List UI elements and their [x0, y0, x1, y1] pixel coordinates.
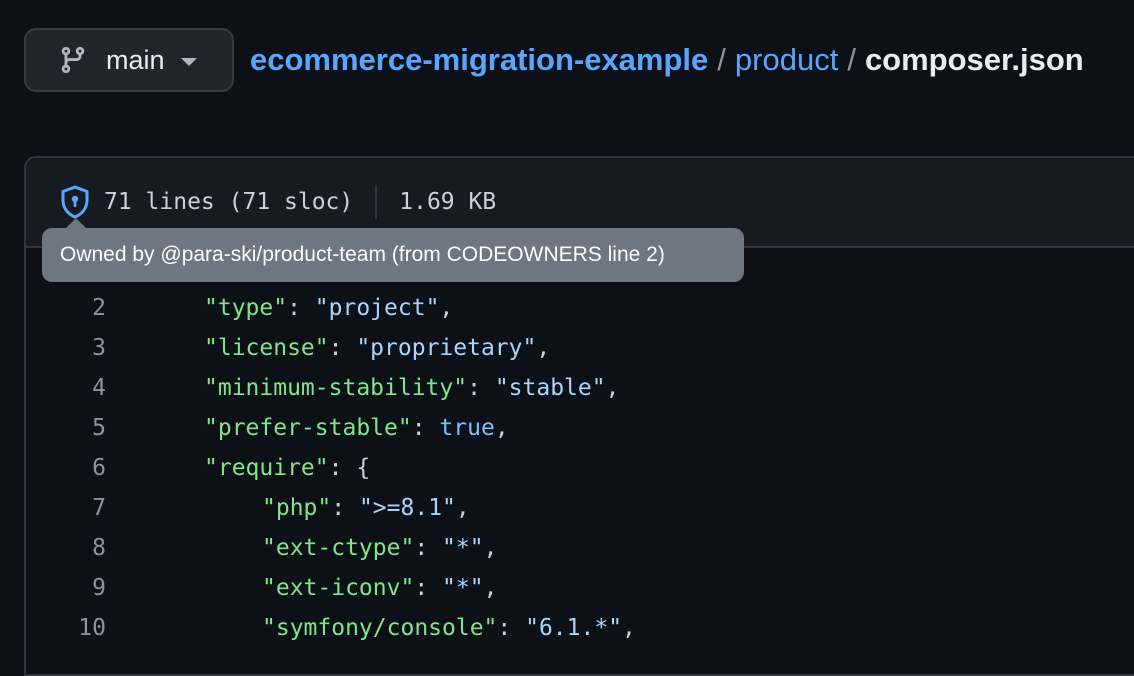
line-content: "require": { — [106, 455, 370, 481]
code-line: 6 "require": { — [24, 448, 1134, 488]
breadcrumb-folder-link[interactable]: product — [735, 42, 838, 78]
code-line: 7 "php": ">=8.1", — [24, 488, 1134, 528]
line-number[interactable]: 2 — [24, 295, 106, 321]
caret-down-icon — [180, 58, 197, 66]
code-line: 8 "ext-ctype": "*", — [24, 528, 1134, 568]
json-colon: : — [467, 375, 495, 401]
json-value: "*" — [442, 535, 484, 561]
code-line: 10 "symfony/console": "6.1.*", — [24, 608, 1134, 648]
code-line: 4 "minimum-stability": "stable", — [24, 368, 1134, 408]
json-colon: : — [331, 495, 359, 521]
json-key: "type" — [204, 295, 288, 321]
code-line: 9 "ext-iconv": "*", — [24, 568, 1134, 608]
json-key: "ext-ctype" — [262, 535, 415, 561]
json-punct: , — [605, 375, 620, 401]
line-content: "type": "project", — [106, 295, 453, 321]
line-number[interactable]: 3 — [24, 335, 106, 361]
code-line: 5 "prefer-stable": true, — [24, 408, 1134, 448]
line-content: "license": "proprietary", — [106, 335, 550, 361]
line-content: "php": ">=8.1", — [106, 495, 470, 521]
json-value: "*" — [442, 575, 484, 601]
line-number[interactable]: 7 — [24, 495, 106, 521]
top-bar: main ecommerce-migration-example / produ… — [24, 28, 1084, 92]
json-punct: , — [483, 575, 498, 601]
json-colon: : — [287, 295, 315, 321]
json-colon: : — [328, 455, 357, 481]
line-content: "prefer-stable": true, — [106, 415, 509, 441]
json-colon: : — [414, 575, 443, 601]
breadcrumb-separator: / — [717, 42, 726, 77]
branch-name: main — [106, 44, 165, 75]
json-key: "require" — [204, 455, 329, 481]
git-branch-icon — [58, 45, 88, 75]
line-count: 71 lines (71 sloc) — [104, 189, 354, 215]
json-key: "ext-iconv" — [262, 575, 415, 601]
json-punct: , — [483, 535, 498, 561]
codeowners-tooltip: Owned by @para-ski/product-team (from CO… — [42, 218, 744, 282]
file-size: 1.69 KB — [399, 189, 497, 215]
breadcrumb-current-file: composer.json — [864, 42, 1084, 77]
code-view: 2 "type": "project", 3 "license": "propr… — [24, 288, 1134, 648]
branch-select-button[interactable]: main — [24, 28, 234, 92]
json-punct: , — [622, 615, 636, 641]
code-line: 2 "type": "project", — [24, 288, 1134, 328]
json-value: ">=8.1" — [358, 495, 456, 521]
line-number[interactable]: 10 — [24, 615, 106, 641]
breadcrumb-separator: / — [847, 42, 856, 77]
line-number[interactable]: 9 — [24, 575, 106, 601]
json-punct: , — [494, 415, 509, 441]
json-key: "php" — [262, 495, 332, 521]
json-key: "symfony/console" — [262, 615, 498, 641]
line-content: "minimum-stability": "stable", — [106, 375, 619, 401]
json-value: "stable" — [494, 375, 606, 401]
json-colon: : — [411, 415, 440, 441]
json-key: "license" — [204, 335, 329, 361]
line-number[interactable]: 8 — [24, 535, 106, 561]
json-value: "project" — [314, 295, 440, 321]
json-value: "6.1.*" — [525, 615, 623, 641]
json-colon: : — [414, 535, 443, 561]
line-number[interactable]: 4 — [24, 375, 106, 401]
breadcrumb: ecommerce-migration-example / product / … — [250, 42, 1084, 78]
line-content: "symfony/console": "6.1.*", — [106, 615, 636, 641]
json-key: "minimum-stability" — [204, 375, 468, 401]
json-value: "proprietary" — [356, 335, 537, 361]
json-punct: , — [536, 335, 551, 361]
json-boolean: true — [439, 415, 495, 441]
json-colon: : — [328, 335, 357, 361]
codeowners-shield-icon[interactable] — [60, 185, 90, 219]
header-divider — [375, 185, 378, 219]
json-key: "prefer-stable" — [204, 415, 412, 441]
line-content: "ext-ctype": "*", — [106, 535, 497, 561]
line-number[interactable]: 6 — [24, 455, 106, 481]
json-punct: , — [455, 495, 470, 521]
json-punct: , — [439, 295, 454, 321]
code-line: 3 "license": "proprietary", — [24, 328, 1134, 368]
line-number[interactable]: 5 — [24, 415, 106, 441]
json-colon: : — [497, 615, 526, 641]
tooltip-text: Owned by @para-ski/product-team (from CO… — [60, 243, 665, 266]
json-brace: { — [356, 455, 371, 481]
line-content: "ext-iconv": "*", — [106, 575, 497, 601]
breadcrumb-repo-link[interactable]: ecommerce-migration-example — [250, 42, 708, 78]
